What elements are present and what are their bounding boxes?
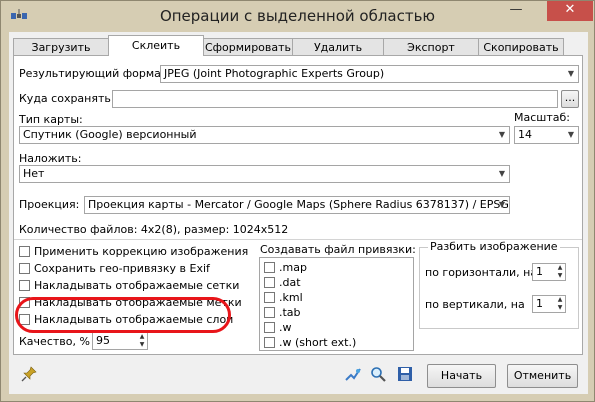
checkbox-label: Сохранить гео-привязку в Exif [34,262,210,275]
tab-load[interactable]: Загрузить [13,38,109,55]
binding-item-label: .map [279,261,307,274]
split-vertical-label: по вертикали, на [425,298,525,311]
tab-copy[interactable]: Скопировать [478,38,564,55]
checkbox[interactable] [264,307,275,318]
projection-label: Проекция: [19,198,80,211]
binding-item-label: .kml [279,291,303,304]
updown-arrows-icon[interactable]: ▲ ▼ [137,333,147,349]
binding-item-w[interactable]: .w [264,321,292,335]
save-icon[interactable] [397,366,413,382]
split-group: Разбить изображение по горизонтали, на 1… [419,240,579,329]
result-format-select[interactable]: JPEG (Joint Photographic Experts Group) … [160,65,579,83]
checkbox-overlay-grids[interactable]: Накладывать отображаемые сетки [19,279,239,293]
split-horizontal-label: по горизонтали, на [425,266,538,279]
checkbox-geo-exif[interactable]: Сохранить гео-привязку в Exif [19,262,210,276]
save-to-label: Куда сохранять: [19,92,115,105]
minimize-button[interactable]: — [503,1,529,21]
binding-item-tab[interactable]: .tab [264,306,301,320]
red-highlight-annotation [15,297,231,333]
window: Операции с выделенной областью — ▭ ✕ Заг… [0,0,595,402]
save-to-input[interactable] [112,90,558,108]
tab-delete[interactable]: Удалить [292,38,384,55]
browse-button[interactable]: ... [561,90,579,108]
binding-item-label: .w [279,321,292,334]
chevron-down-icon: ▼ [567,69,575,78]
updown-arrows-icon[interactable]: ▲ ▼ [555,296,565,312]
dialog-client: Загрузить Склеить Сформировать Удалить Э… [9,32,588,394]
binding-item-label: .tab [279,306,301,319]
projection-select[interactable]: Проекция карты - Mercator / Google Maps … [84,196,510,214]
magnifier-icon[interactable] [370,366,386,382]
tab-export[interactable]: Экспорт [383,38,479,55]
checkbox-image-correction[interactable]: Применить коррекцию изображения [19,245,248,259]
close-button[interactable]: ✕ [547,1,593,21]
checkbox[interactable] [264,262,275,273]
binding-title: Создавать файл привязки: [260,243,416,256]
title-bar: Операции с выделенной областью — ▭ ✕ [1,1,594,31]
chevron-down-icon: ▼ [498,169,506,178]
scale-select[interactable]: 14 ▼ [514,126,579,144]
chevron-down-icon: ▼ [498,200,506,209]
checkbox[interactable] [19,263,30,274]
chevron-down-icon: ▼ [498,130,506,139]
tab-generate[interactable]: Сформировать [203,38,293,55]
binding-item-dat[interactable]: .dat [264,276,301,290]
checkbox-label: Применить коррекцию изображения [34,245,249,258]
quality-value: 95 [96,334,110,347]
binding-list: .map .dat .kml .tab .w .w (short ext.) [259,257,414,351]
chevron-down-icon: ▼ [567,130,575,139]
quality-label: Качество, % [19,335,90,348]
overlay-label: Наложить: [19,152,82,165]
pin-icon[interactable] [21,366,37,382]
split-vertical-value: 1 [536,297,543,310]
projection-value: Проекция карты - Mercator / Google Maps … [88,198,510,211]
quality-stepper[interactable]: 95 ▲ ▼ [92,332,148,350]
split-horizontal-stepper[interactable]: 1 ▲ ▼ [532,263,566,281]
split-vertical-stepper[interactable]: 1 ▲ ▼ [532,295,566,313]
checkbox[interactable] [264,292,275,303]
checkbox[interactable] [264,337,275,348]
checkbox[interactable] [264,322,275,333]
checkbox[interactable] [19,280,30,291]
binding-item-map[interactable]: .map [264,261,307,275]
tab-stitch[interactable]: Склеить [108,35,204,56]
scale-value: 14 [518,128,532,141]
map-type-value: Спутник (Google) версионный [23,128,197,141]
files-info: Количество файлов: 4x2(8), размер: 1024x… [19,223,289,236]
split-title: Разбить изображение [428,240,560,253]
binding-item-w-short[interactable]: .w (short ext.) [264,336,356,350]
binding-item-label: .dat [279,276,301,289]
updown-arrows-icon[interactable]: ▲ ▼ [555,264,565,280]
overlay-value: Нет [23,167,45,180]
scale-label: Масштаб: [514,111,570,124]
checkbox[interactable] [19,246,30,257]
result-format-value: JPEG (Joint Photographic Experts Group) [164,67,385,80]
cancel-button[interactable]: Отменить [507,364,578,388]
overlay-select[interactable]: Нет ▼ [19,165,510,183]
start-button[interactable]: Начать [427,364,496,388]
split-horizontal-value: 1 [536,265,543,278]
map-fill-icon[interactable] [345,366,361,382]
checkbox[interactable] [264,277,275,288]
checkbox-label: Накладывать отображаемые сетки [34,279,240,292]
result-format-label: Результирующий формат: [19,67,172,80]
map-type-select[interactable]: Спутник (Google) версионный ▼ [19,126,510,144]
binding-item-label: .w (short ext.) [279,336,357,349]
binding-item-kml[interactable]: .kml [264,291,303,305]
map-type-label: Тип карты: [19,113,83,126]
